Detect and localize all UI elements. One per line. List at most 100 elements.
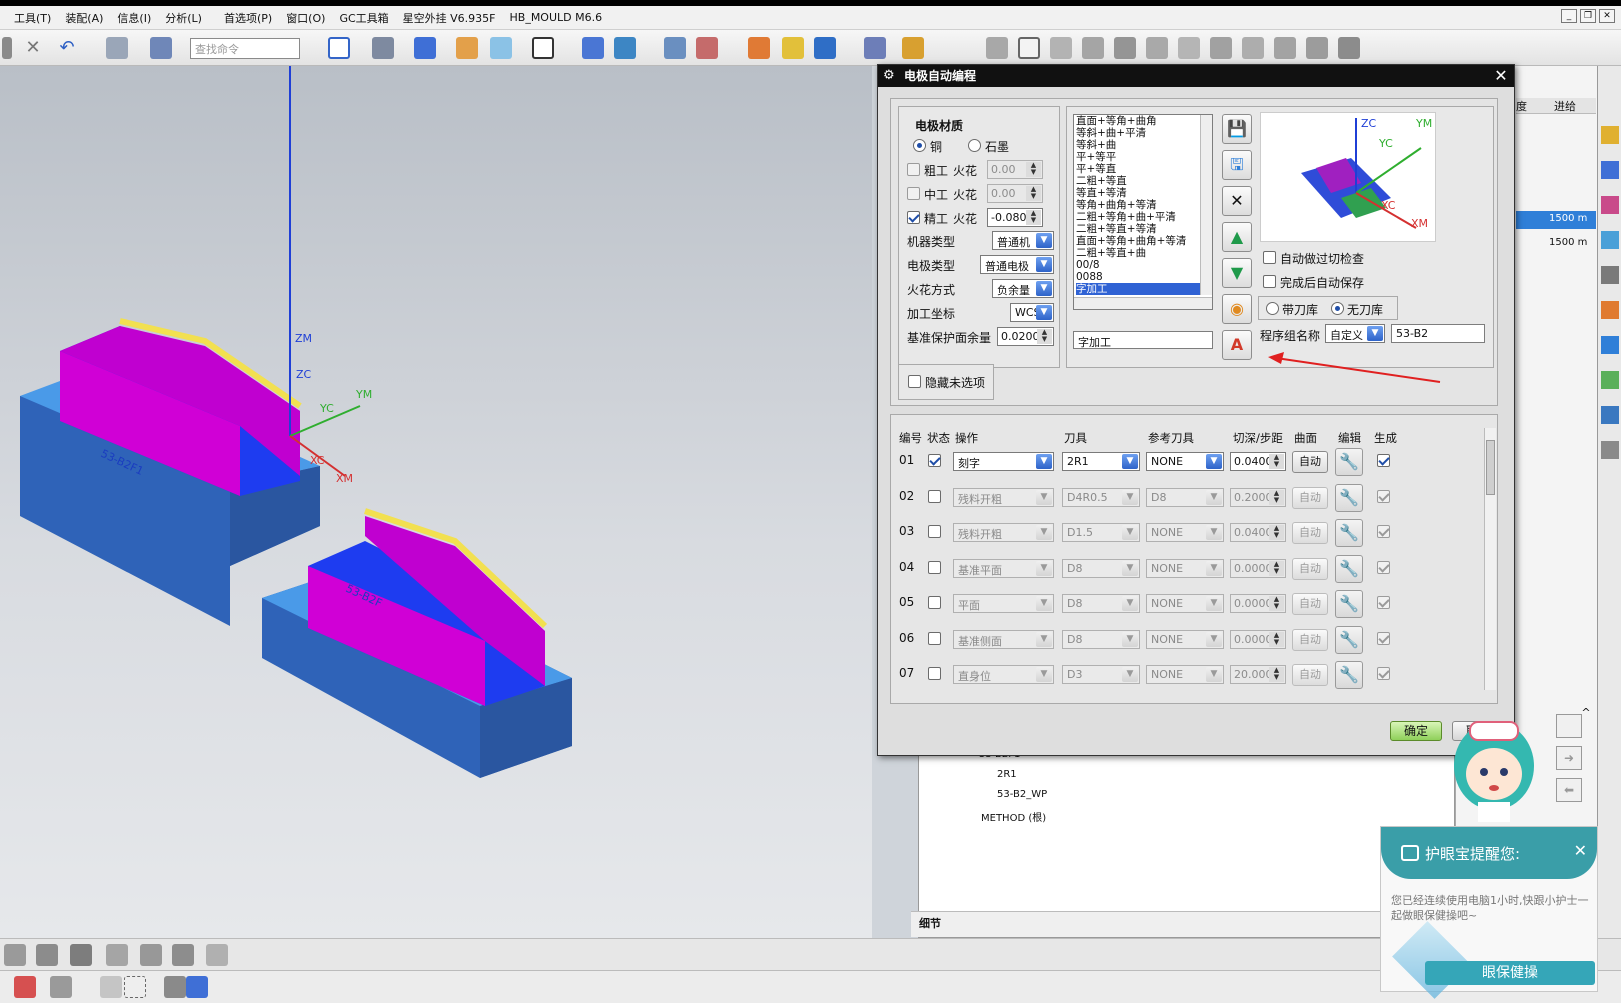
program-group-name-input[interactable]: 53-B2 [1391,324,1485,343]
menu-analysis[interactable]: 分析(L) [165,10,202,26]
row-ref-tool-select[interactable]: NONE ▼ [1146,523,1224,542]
selection-icon[interactable] [14,976,36,998]
resource-icon-7[interactable] [1601,336,1619,354]
row-operation-select[interactable]: 直身位 ▼ [953,665,1054,684]
row-step-input[interactable]: 0.0000 ▲ ▼ [1230,594,1286,613]
menu-info[interactable]: 信息(I) [117,10,151,26]
row-step-input[interactable]: 0.0000 ▲ ▼ [1230,558,1286,578]
rough-spark-input[interactable]: 0.00 ▲ ▼ [987,160,1043,179]
explode-icon[interactable] [172,944,194,966]
menu-hb-mould[interactable]: HB_MOULD M6.6 [510,11,603,24]
medium-spark-input[interactable]: 0.00 ▲ ▼ [987,184,1043,203]
snap-icon[interactable] [864,37,886,59]
template-item[interactable]: 00/8 [1076,259,1212,271]
electrode-type-select[interactable]: 普通电极 ▼ [980,255,1054,274]
measure-icon[interactable] [782,37,804,59]
auto-save-checkbox[interactable] [1263,275,1276,288]
row-operation-select[interactable]: 刻字 ▼ [953,452,1054,471]
menu-plugin[interactable]: 星空外挂 V6.935F [403,10,496,26]
template-item[interactable]: 二粗+等角+曲+平清 [1076,211,1212,223]
row-tool-select[interactable]: D8 ▼ [1062,558,1140,578]
row-status-checkbox[interactable] [928,631,941,645]
menu-assembly[interactable]: 装配(A) [65,10,103,26]
table-scrollbar[interactable] [1484,428,1496,690]
resource-icon-3[interactable] [1601,196,1619,214]
row-status-checkbox[interactable] [928,489,941,503]
section-icon[interactable] [490,37,512,59]
row-status-checkbox[interactable] [928,560,941,574]
graphics-viewport[interactable]: 53-B2F1 53-B2F ZM ZC YC YM XC XM [0,66,872,938]
hide-unselected-checkbox[interactable] [908,375,921,388]
row-step-input[interactable]: 0.0400 ▲ ▼ [1230,452,1286,471]
close-window-icon[interactable]: ✕ [1599,9,1615,23]
minimize-icon[interactable]: _ [1561,9,1577,23]
spark-mode-select[interactable]: 负余量 ▼ [992,279,1054,298]
row-generate-checkbox[interactable] [1377,454,1390,467]
template-listbox[interactable]: 直面+等角+曲角 等斜+曲+平清 等斜+曲 平+等平 平+等直 二粗+等直 等直… [1073,114,1213,310]
shaded-cube-icon[interactable] [414,37,436,59]
row-step-input[interactable]: 0.0400 ▲ ▼ [1230,523,1286,542]
row-ref-tool-select[interactable]: D8 ▼ [1146,487,1224,507]
view-frame-icon[interactable] [532,37,554,59]
list-hscrollbar[interactable] [1074,297,1212,309]
tree-item-method[interactable]: METHOD (根) [981,809,1046,824]
template-item[interactable]: 二粗+等直+曲 [1076,247,1212,259]
program-group-mode-select[interactable]: 自定义 ▼ [1325,324,1385,343]
wrench-icon[interactable]: 🔧 [1335,554,1363,583]
link-icon[interactable] [106,944,128,966]
corner-icon[interactable] [1242,37,1264,59]
row-surface-auto-button[interactable]: 自动 [1292,522,1328,544]
curve-icon[interactable] [1050,37,1072,59]
save-as-icon[interactable]: 🖫 [1222,150,1252,180]
row-generate-checkbox[interactable] [1377,525,1390,538]
template-item[interactable]: 等角+曲角+等清 [1076,199,1212,211]
undo-icon[interactable]: ↶ [56,37,78,59]
save-template-icon[interactable]: 💾 [1222,114,1252,144]
sketch-icon[interactable] [1274,37,1296,59]
row-ref-tool-select[interactable]: NONE ▼ [1146,452,1224,471]
array-icon[interactable] [206,944,228,966]
wrench-icon[interactable]: 🔧 [1335,625,1363,654]
extend-icon[interactable] [1114,37,1136,59]
resource-icon-9[interactable] [1601,406,1619,424]
row-step-input[interactable]: 0.2000 ▲ ▼ [1230,487,1286,507]
coord-select[interactable]: WCS ▼ [1010,303,1054,322]
finish-spark-input[interactable]: -0.080 ▲ ▼ [987,208,1043,227]
wrench-icon[interactable]: 🔧 [1335,661,1363,689]
template-item[interactable]: 二粗+等直 [1076,175,1212,187]
row-operation-select[interactable]: 残料开粗 ▼ [953,523,1054,542]
base-protect-input[interactable]: 0.0200 ▲ ▼ [997,327,1054,346]
template-item[interactable]: 等直+等清 [1076,187,1212,199]
resource-icon-10[interactable] [1601,441,1619,459]
template-item[interactable]: 直面+等角+曲角 [1076,115,1212,127]
row-tool-select[interactable]: D4R0.5 ▼ [1062,487,1140,507]
analysis-icon[interactable] [748,37,770,59]
row-surface-auto-button[interactable]: 自动 [1292,628,1328,651]
play-icon[interactable] [814,37,836,59]
with-lib-radio[interactable] [1266,302,1279,315]
intersect-icon[interactable] [1178,37,1200,59]
row-operation-select[interactable]: 平面 ▼ [953,594,1054,613]
resource-icon-8[interactable] [1601,371,1619,389]
no-lib-radio[interactable] [1331,302,1344,315]
component-icon[interactable] [70,944,92,966]
row-generate-checkbox[interactable] [1377,560,1390,574]
settings-gear-icon[interactable]: ⚙ [883,68,899,84]
row-surface-auto-button[interactable]: 自动 [1292,664,1328,686]
wrench-icon[interactable]: 🔧 [1335,590,1363,618]
template-name-input[interactable]: 字加工 [1073,331,1213,349]
back-arrow-icon[interactable]: ⬅ [1556,778,1582,802]
select-filter-icon[interactable] [106,37,128,59]
command-finder-icon[interactable] [150,37,172,59]
ok-button[interactable]: 确定 [1390,721,1442,741]
wrench-icon[interactable]: 🔧 [1335,519,1363,547]
row-ref-tool-select[interactable]: NONE ▼ [1146,594,1224,613]
row-generate-checkbox[interactable] [1377,596,1390,609]
row-status-checkbox[interactable] [928,454,941,467]
trim-icon[interactable] [1146,37,1168,59]
row-generate-checkbox[interactable] [1377,631,1390,645]
details-label[interactable]: 细节 [919,915,941,931]
offset-icon[interactable] [1082,37,1104,59]
resource-icon-2[interactable] [1601,161,1619,179]
delete-template-icon[interactable]: ✕ [1222,186,1252,216]
